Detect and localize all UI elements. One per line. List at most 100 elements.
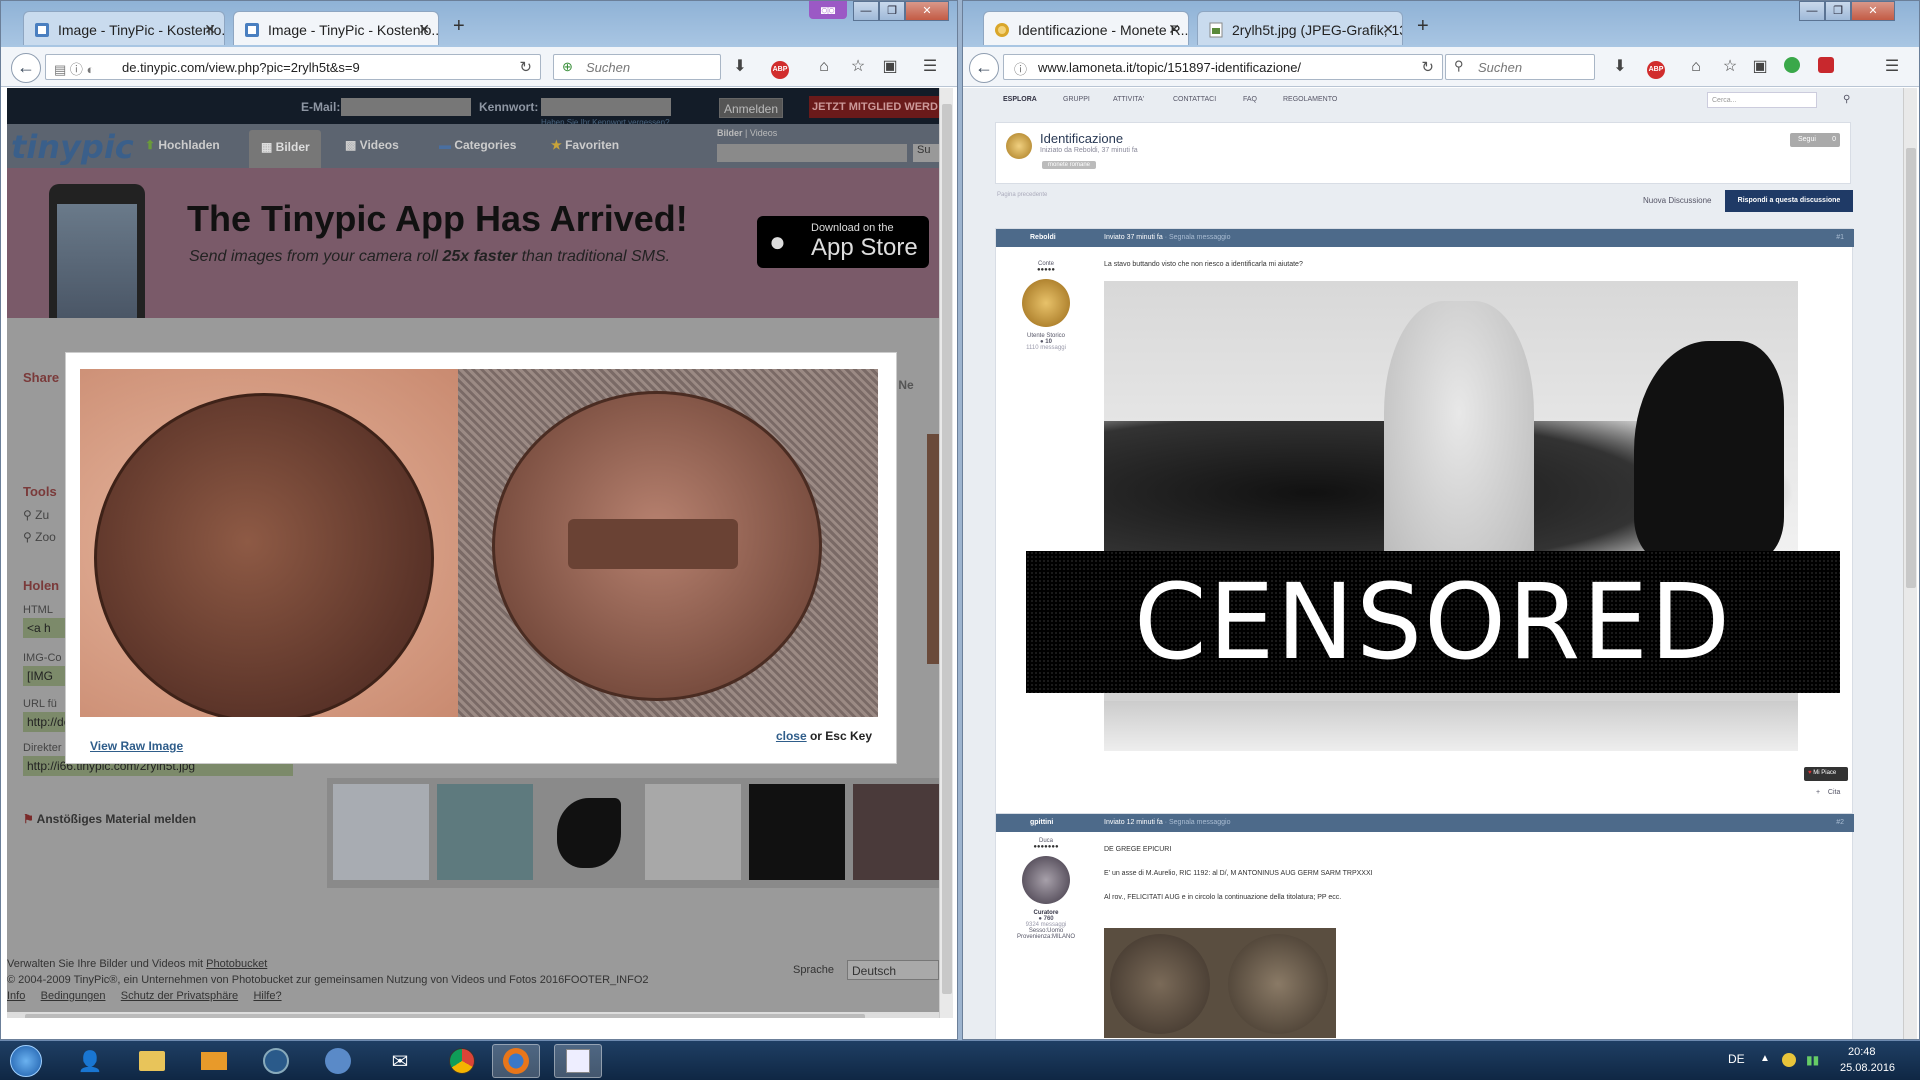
menu-icon[interactable]: ☰	[919, 57, 941, 79]
new-discussion-link[interactable]: Nuova Discussione	[1643, 196, 1711, 205]
back-button[interactable]: ←	[969, 53, 999, 83]
download-icon[interactable]: ⬇	[1609, 57, 1631, 79]
view-raw-image-link[interactable]: View Raw Image	[90, 739, 183, 753]
menu-gruppi[interactable]: GRUPPI	[1063, 96, 1090, 103]
nav-bilder[interactable]: ▦ Bilder	[249, 130, 321, 168]
close-link[interactable]: close	[776, 729, 807, 743]
bookmark-star-icon[interactable]: ☆	[847, 57, 869, 79]
language-select[interactable]: Deutsch	[847, 960, 939, 980]
nav-categories[interactable]: ▬ Categories	[439, 138, 516, 152]
password-field[interactable]	[541, 98, 671, 116]
left-search-box[interactable]: ⊕ Suchen	[553, 54, 721, 80]
bookmark-star-icon[interactable]: ☆	[1719, 57, 1741, 79]
post-author[interactable]: gpittini	[1030, 819, 1053, 826]
tray-app-icon[interactable]	[1782, 1053, 1796, 1067]
tinypic-search-button[interactable]: Su	[913, 144, 939, 162]
email-field[interactable]	[341, 98, 471, 116]
plus-icon[interactable]: +	[1816, 789, 1822, 796]
right-vertical-scrollbar[interactable]	[1903, 88, 1917, 1039]
forum-search-input[interactable]: Cerca...	[1707, 92, 1817, 108]
minimize-button[interactable]: —	[853, 1, 879, 21]
right-tab-2[interactable]: 2rylh5t.jpg (JPEG-Grafik, 13... ✕	[1197, 11, 1403, 45]
forum-search-icon[interactable]: ⚲	[1843, 94, 1850, 105]
tab-label[interactable]: Ne	[898, 378, 913, 392]
topic-tag[interactable]: monete romane	[1042, 161, 1097, 169]
back-button[interactable]: ←	[11, 53, 41, 83]
thumbnail[interactable]	[853, 784, 939, 880]
quote-button[interactable]: Cita	[1828, 789, 1840, 796]
right-tab-1[interactable]: Identificazione - Monete R... ✕	[983, 11, 1189, 45]
footer-link-privacy[interactable]: Schutz der Privatsphäre	[121, 990, 238, 1002]
reload-icon[interactable]: ↻	[1421, 58, 1434, 76]
menu-esplora[interactable]: ESPLORA	[1003, 96, 1037, 103]
post-coin-image[interactable]	[1104, 928, 1336, 1038]
pagination-hint[interactable]: Pagina precedente	[997, 192, 1047, 198]
new-tab-button[interactable]: +	[1417, 15, 1429, 38]
app-store-button[interactable]: ● Download on the App Store	[757, 216, 929, 268]
network-signal-icon[interactable]: ▮▮	[1806, 1053, 1819, 1067]
home-icon[interactable]: ⌂	[813, 57, 835, 79]
coin-image[interactable]	[80, 369, 878, 717]
extension-red-icon[interactable]	[1815, 57, 1837, 79]
thumbnail[interactable]	[749, 784, 845, 880]
left-tab-2[interactable]: Image - TinyPic - Kostenlo... ✕	[233, 11, 439, 45]
horizontal-scrollbar[interactable]	[7, 1012, 939, 1018]
post-author[interactable]: Reboldi	[1030, 234, 1056, 241]
input-language[interactable]: DE	[1728, 1052, 1745, 1066]
left-vertical-scrollbar[interactable]	[939, 88, 953, 1018]
follow-button[interactable]: Segui 0	[1790, 133, 1840, 147]
report-link[interactable]: ⚑ Anstößiges Material melden	[23, 812, 196, 826]
firefox-icon[interactable]	[492, 1044, 540, 1078]
bookmarks-list-icon[interactable]: ▣	[1749, 57, 1771, 79]
tinypic-logo[interactable]: tinypic	[11, 128, 134, 166]
private-mask-icon[interactable]: ◙◙	[809, 1, 847, 19]
minimize-button[interactable]: —	[1799, 1, 1825, 21]
mail-client-icon[interactable]	[190, 1044, 238, 1078]
right-search-box[interactable]: ⚲ Suchen	[1445, 54, 1595, 80]
left-tab-1[interactable]: Image - TinyPic - Kostenlo... ✕	[23, 11, 225, 45]
adblock-icon[interactable]: ABP	[1641, 57, 1671, 79]
close-tab-icon[interactable]: ✕	[418, 21, 430, 38]
clock-time[interactable]: 20:48	[1848, 1046, 1876, 1058]
author-avatar[interactable]	[1022, 279, 1070, 327]
footer-link-help[interactable]: Hilfe?	[253, 990, 281, 1002]
right-url-bar[interactable]: ⓘ www.lamoneta.it/topic/151897-identific…	[1003, 54, 1443, 80]
mail-icon[interactable]: ✉	[376, 1044, 424, 1078]
photobucket-link[interactable]: Photobucket	[206, 958, 267, 970]
login-button[interactable]: Anmelden	[719, 98, 783, 118]
tool-item-2[interactable]: ⚲ Zoo	[23, 530, 56, 544]
close-window-button[interactable]: ✕	[1851, 1, 1895, 21]
start-button[interactable]	[2, 1044, 50, 1078]
adblock-icon[interactable]: ABP	[765, 57, 795, 79]
report-link[interactable]: · Segnala messaggio	[1163, 234, 1231, 241]
menu-icon[interactable]: ☰	[1881, 57, 1903, 79]
bookmarks-list-icon[interactable]: ▣	[879, 57, 901, 79]
clock-date[interactable]: 25.08.2016	[1840, 1062, 1895, 1074]
home-icon[interactable]: ⌂	[1685, 57, 1707, 79]
nav-favoriten[interactable]: ★ Favoriten	[551, 138, 619, 152]
download-icon[interactable]: ⬇	[729, 57, 751, 79]
tinypic-search-input[interactable]	[717, 144, 907, 162]
folder-icon[interactable]	[128, 1044, 176, 1078]
menu-faq[interactable]: FAQ	[1243, 96, 1257, 103]
nav-videos[interactable]: ▩ Videos	[345, 138, 399, 152]
close-tab-icon[interactable]: ✕	[204, 21, 216, 38]
reply-button[interactable]: Rispondi a questa discussione	[1725, 190, 1853, 212]
close-tab-icon[interactable]: ✕	[1382, 21, 1394, 38]
close-tab-icon[interactable]: ✕	[1168, 21, 1180, 38]
tray-expand-icon[interactable]: ▲	[1760, 1053, 1770, 1064]
post-number[interactable]: #2	[1836, 819, 1844, 826]
menu-contattaci[interactable]: CONTATTACI	[1173, 96, 1216, 103]
messenger-icon[interactable]	[314, 1044, 362, 1078]
maximize-button[interactable]: ❐	[1825, 1, 1851, 21]
menu-regolamento[interactable]: REGOLAMENTO	[1283, 96, 1337, 103]
thumbnail[interactable]	[333, 784, 429, 880]
thumbnail[interactable]	[541, 784, 637, 880]
app-banner[interactable]: The Tinypic App Has Arrived! Send images…	[7, 168, 939, 318]
screenshot-tool-icon[interactable]	[554, 1044, 602, 1078]
reload-icon[interactable]: ↻	[519, 58, 532, 76]
user-folder-icon[interactable]: 👤	[66, 1044, 114, 1078]
tool-item-1[interactable]: ⚲ Zu	[23, 508, 49, 522]
left-url-bar[interactable]: ▤ ⓘ ◐ de.tinypic.com/view.php?pic=2rylh5…	[45, 54, 541, 80]
post-number[interactable]: #1	[1836, 234, 1844, 241]
